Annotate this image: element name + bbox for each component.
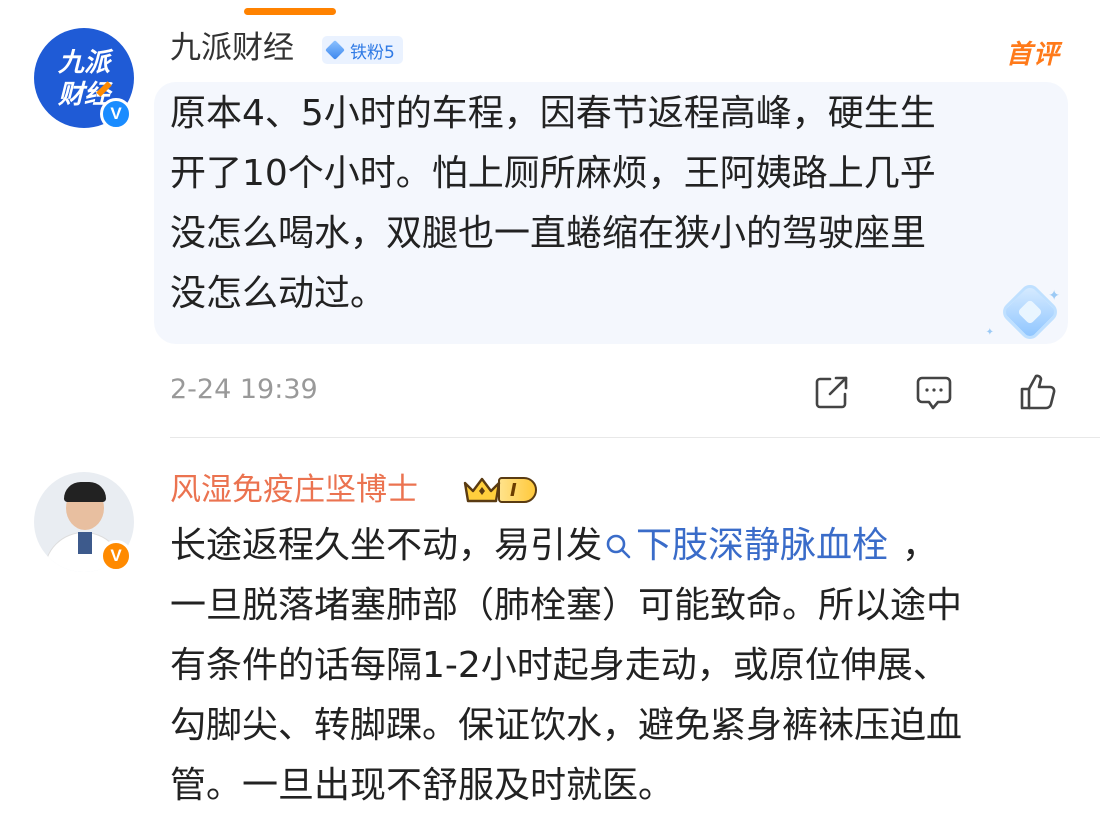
comment-line: 管。一旦出现不舒服及时就医。 [170,765,675,806]
comment-line: 没怎么动过。 [170,273,387,314]
timestamp: 2-24 19:39 [170,374,318,405]
share-icon [815,376,848,409]
avatar-tie [78,532,92,554]
comment-line: 开了10个小时。怕上厕所麻烦，王阿姨路上几乎 [170,153,936,194]
share-button[interactable] [812,372,852,412]
avatar-text-top: 九派 [57,47,110,77]
comment-icon [916,376,952,410]
comment-text: 原本4、5小时的车程，因春节返程高峰，硬生生 开了10个小时。怕上厕所麻烦，王阿… [170,84,1050,324]
comment-text-suffix: ， [902,525,939,566]
diamond-icon [325,40,345,60]
comment-line: 没怎么喝水，双腿也一直蜷缩在狭小的驾驶座里 [170,213,927,254]
avatar-hair [64,482,106,502]
comment-line: 长途返程久坐不动，易引发 下肢深静脉血栓 ， [170,516,1070,576]
divider [170,437,1100,438]
topic-link[interactable]: 下肢深静脉血栓 [602,525,888,566]
sparkle-icon: ✦ [1048,288,1060,304]
topic-link-label: 下肢深静脉血栓 [636,525,889,566]
username[interactable]: 九派财经 [170,28,294,68]
first-comment-label: 首评 [1005,40,1060,70]
sparkle-icon: ✦ [985,327,994,338]
like-icon [1020,374,1056,410]
verified-icon: V [100,540,132,572]
comment-line: 一旦脱落堵塞肺部（肺栓塞）可能致命。所以途中 [170,585,963,626]
comment-item: 九派 财经 V 九派财经 铁粉5 首评 ✦ ✦ 原本4、5小时的车程，因春节返程… [0,0,1100,440]
comment-line: 有条件的话每隔1-2小时起身走动，或原位伸展、 [170,645,949,686]
comment-text-prefix: 长途返程久坐不动，易引发 [170,525,603,566]
comment-item: V 风湿免疫庄坚博士 I 长途返程久坐不动，易引发 下肢深静脉血栓 ， 一旦脱落堵塞… [0,440,1100,825]
fan-badge-label: 铁粉5 [350,42,395,63]
comment-text: 长途返程久坐不动，易引发 下肢深静脉血栓 ， 一旦脱落堵塞肺部（肺栓塞）可能致命。所… [170,516,1070,816]
verified-icon: V [100,98,132,130]
comment-line: 勾脚尖、转脚踝。保证饮水，避免紧身裤袜压迫血 [170,705,963,746]
crown-icon [462,475,502,505]
like-button[interactable] [1018,372,1058,412]
username[interactable]: 风湿免疫庄坚博士 [170,470,418,510]
fan-badge[interactable]: 铁粉5 [322,36,403,64]
vip-badge[interactable]: I [462,474,537,506]
vip-level: I [498,477,537,503]
search-icon [606,534,631,559]
comment-button[interactable] [914,372,954,412]
comment-line: 原本4、5小时的车程，因春节返程高峰，硬生生 [170,93,936,134]
